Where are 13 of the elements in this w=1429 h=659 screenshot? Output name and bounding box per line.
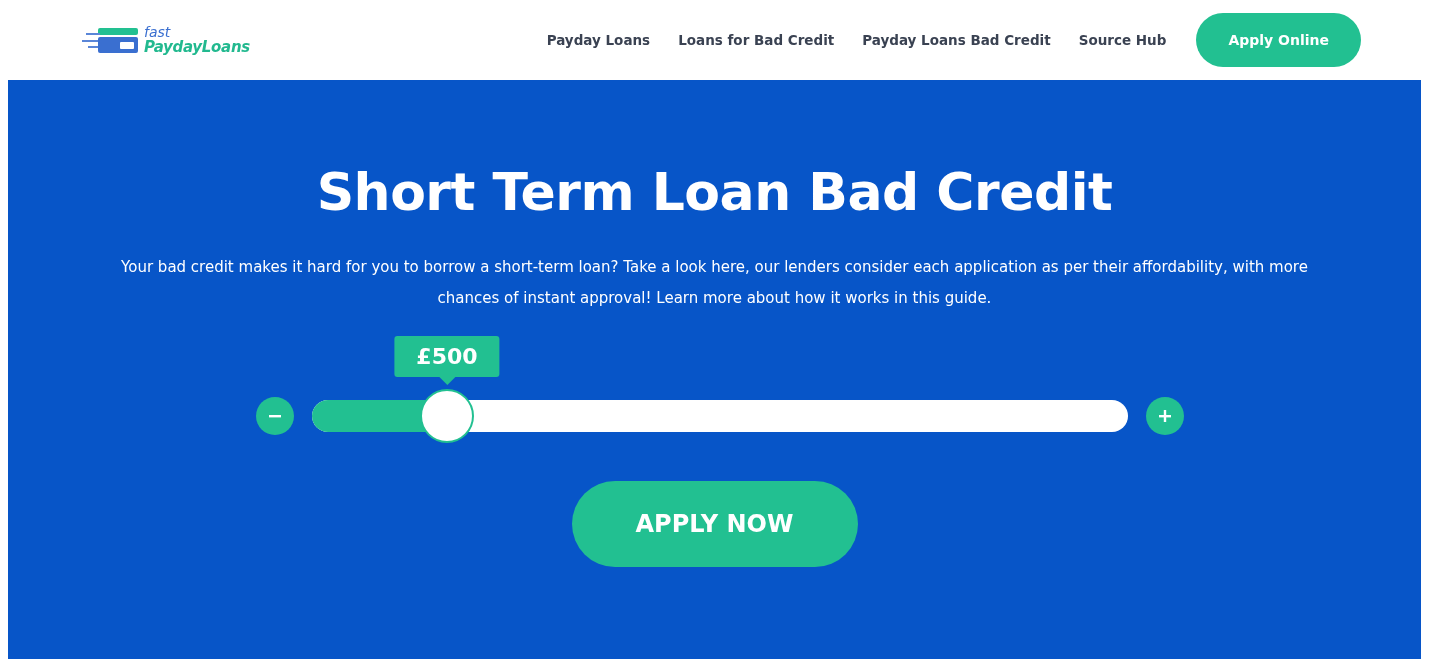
hero-text: Your bad credit makes it hard for you to borrow a short-term loan? Take a look here, our lenders consider each application as per their affordability, with more chances of instant approval! Learn more about how it works in this guide. <box>120 257 1309 309</box>
increase-button[interactable] <box>1145 397 1184 435</box>
nav-link[interactable]: Payday Loans Bad Credit <box>862 32 1051 48</box>
nav-link[interactable]: Source Hub <box>1078 32 1167 48</box>
plus-icon <box>1157 409 1172 423</box>
hero-title: Short Term Loan Bad Credit <box>316 162 1113 222</box>
decrease-button[interactable] <box>255 397 294 435</box>
nav-link[interactable]: Loans for Bad Credit <box>678 32 835 48</box>
logo-text: fast <box>144 26 171 40</box>
nav-link[interactable]: Payday Loans <box>546 32 651 48</box>
logo-text: PaydayLoans <box>144 39 250 54</box>
slider-thumb[interactable] <box>419 389 474 443</box>
amount-tooltip: £500 <box>394 336 500 385</box>
